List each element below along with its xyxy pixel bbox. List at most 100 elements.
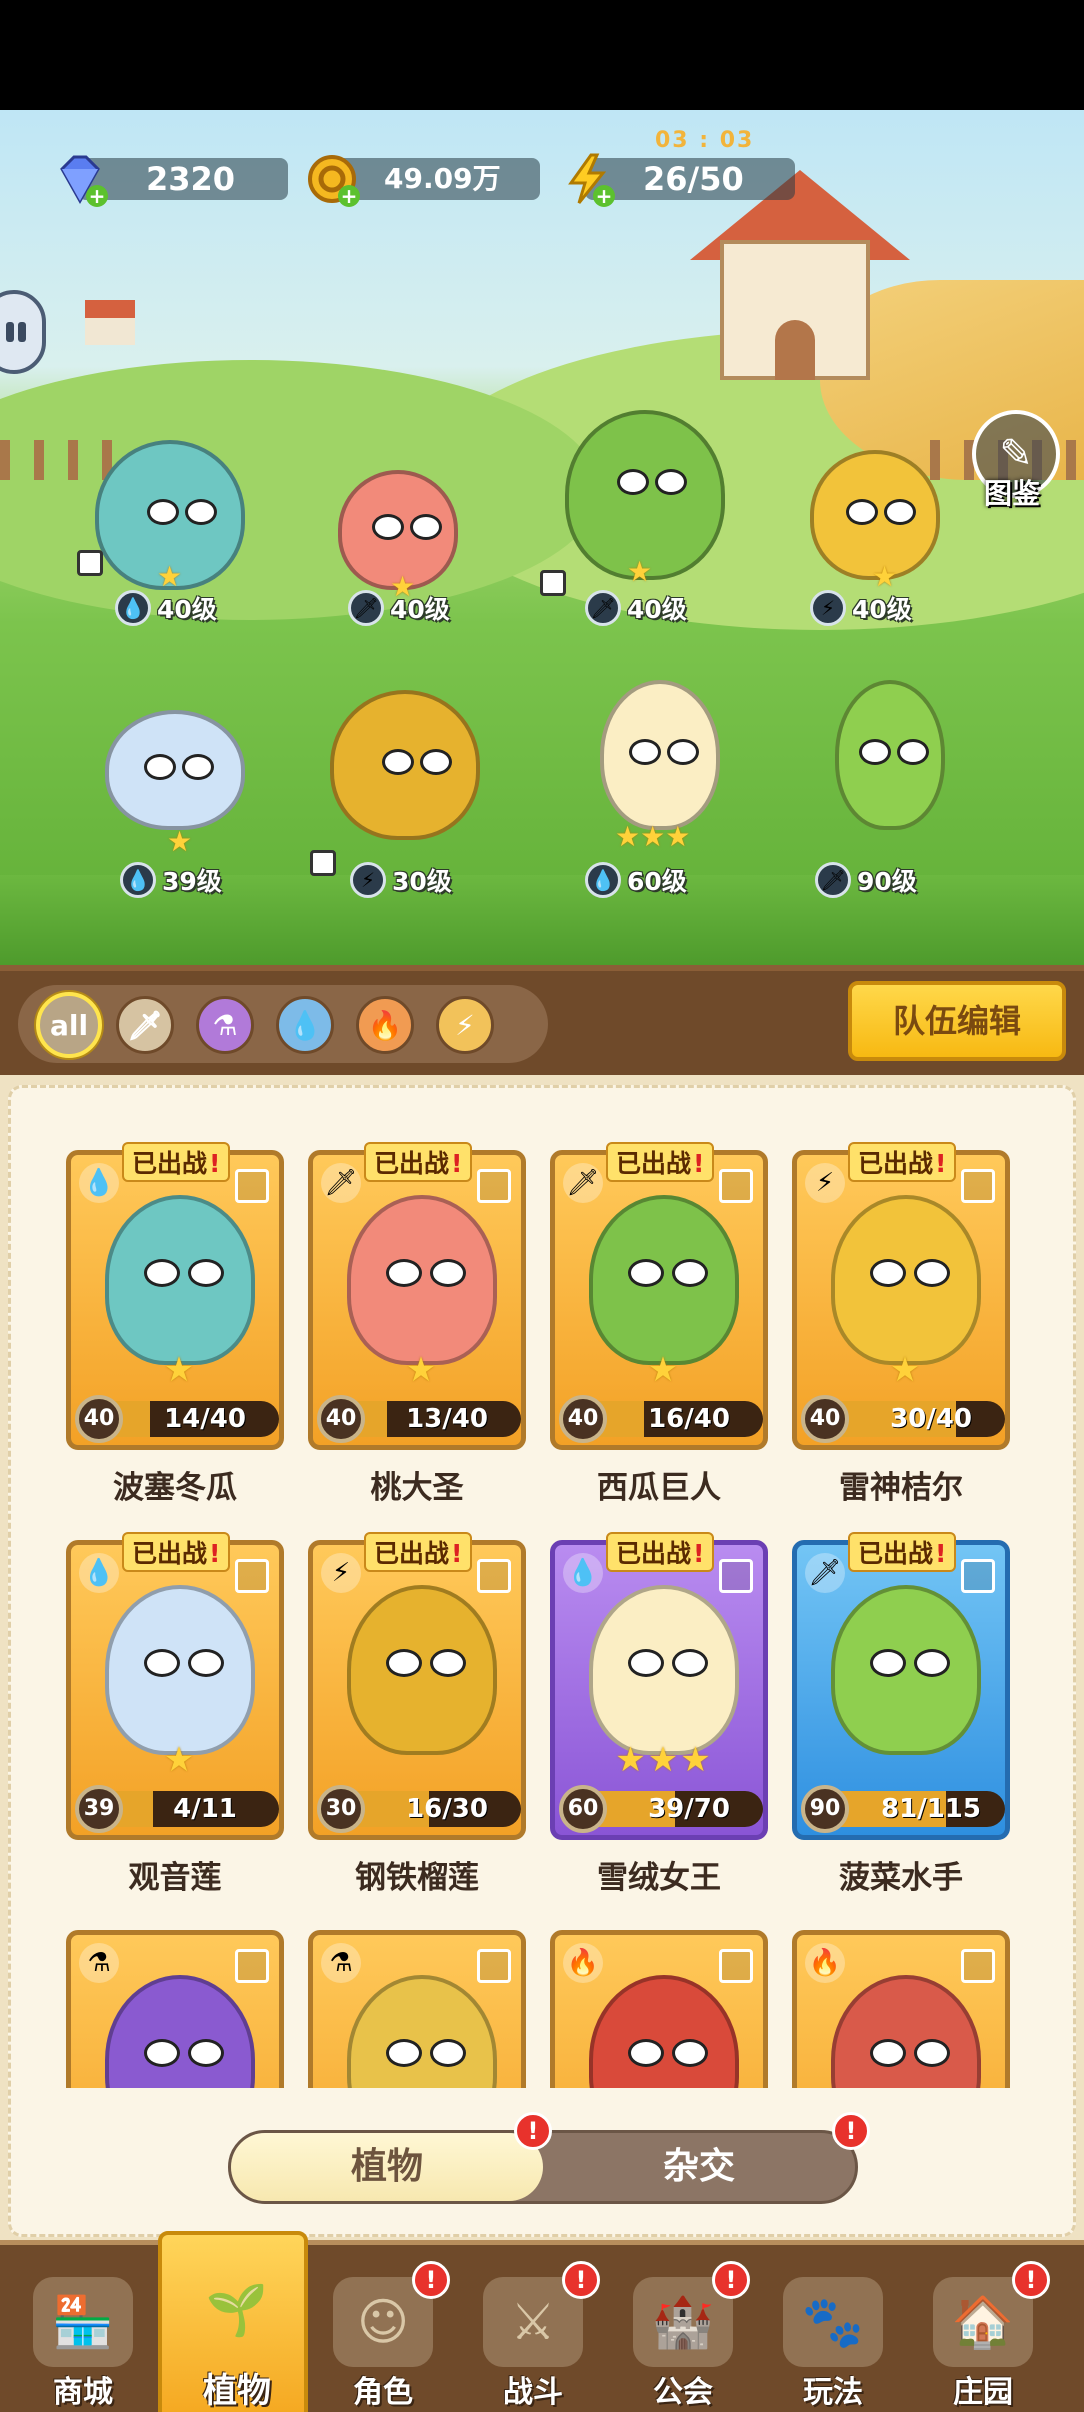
- filter-lightning-button[interactable]: ⚡: [436, 996, 494, 1054]
- grid-size-icon: [961, 1559, 995, 1593]
- plant-portrait: [347, 1195, 497, 1365]
- card-frame: 🗡 81/115 90: [792, 1540, 1010, 1840]
- grid-size-icon: [235, 1559, 269, 1593]
- plant-card[interactable]: ⚗: [308, 1930, 526, 2088]
- card-frame: 🔥: [792, 1930, 1010, 2088]
- hybrid-alert-badge: !: [832, 2112, 870, 2150]
- shard-progress-text: 4/11: [173, 1794, 237, 1824]
- plant-name: 西瓜巨人: [597, 1470, 721, 1506]
- shard-progress-text: 30/40: [890, 1404, 972, 1434]
- alert-badge: !: [712, 2261, 750, 2299]
- nav-item-gameplay[interactable]: 🐾 玩法: [758, 2257, 908, 2412]
- plant-portrait: [831, 1975, 981, 2088]
- side-menu-button[interactable]: [0, 290, 46, 374]
- plant-card[interactable]: ⚡ 16/30 30 已出战钢铁榴莲: [308, 1532, 526, 1896]
- potion-icon: ⚗: [321, 1943, 361, 1983]
- nav-item-character[interactable]: ☺ 角色!: [308, 2257, 458, 2412]
- card-frame: 🗡 ★ 16/40 40: [550, 1150, 768, 1450]
- filter-potion-button[interactable]: ⚗: [196, 996, 254, 1054]
- plant-card[interactable]: ⚗: [66, 1930, 284, 2088]
- gem-icon: +: [48, 147, 112, 211]
- grid-size-icon: [77, 550, 103, 576]
- deployed-tag: 已出战: [364, 1142, 473, 1182]
- nav-item-plant[interactable]: 🌱 植物: [158, 2231, 308, 2412]
- plant-card[interactable]: 🗡 81/115 90 已出战菠菜水手: [792, 1532, 1010, 1896]
- plant-card[interactable]: 💧 ★★★ 39/70 60 已出战雪绒女王: [550, 1532, 768, 1896]
- plant-card[interactable]: 💧 ★ 4/11 39 已出战观音莲: [66, 1532, 284, 1896]
- codex-button[interactable]: ✎ 图鉴: [972, 410, 1062, 510]
- deployed-tag: 已出战: [848, 1142, 957, 1182]
- gold-counter[interactable]: + 49.09万: [308, 155, 540, 207]
- lineup-hero[interactable]: ★ ⚡ 40级: [800, 450, 970, 650]
- lineup-hero[interactable]: ⚡ 30级: [310, 690, 490, 898]
- gold-value: 49.09万: [384, 162, 501, 195]
- shard-progress-text: 81/115: [881, 1794, 981, 1824]
- shard-progress-text: 13/40: [406, 1404, 488, 1434]
- grid-size-icon: [719, 1559, 753, 1593]
- star-icon: ★: [167, 825, 193, 858]
- deployed-tag: 已出战: [122, 1142, 231, 1182]
- shard-progress-text: 16/40: [648, 1404, 730, 1434]
- hero-level: 40级: [852, 595, 912, 624]
- filter-water-button[interactable]: 💧: [276, 996, 334, 1054]
- lineup-hero[interactable]: ★★★ 💧 60级: [580, 680, 750, 898]
- lineup-hero[interactable]: ★ 🗡 40级: [318, 470, 488, 670]
- plant-level-badge: 39: [75, 1785, 123, 1833]
- energy-counter[interactable]: + 26/50: [568, 153, 795, 207]
- nav-label: 植物: [203, 2371, 271, 2411]
- filter-sword-button[interactable]: 🗡: [116, 996, 174, 1054]
- star-rating: ★: [163, 1740, 197, 1780]
- plant-card[interactable]: 🔥: [792, 1930, 1010, 2088]
- gems-counter[interactable]: + 2320: [60, 155, 288, 207]
- plant-card[interactable]: 🗡 ★ 16/40 40 已出战西瓜巨人: [550, 1142, 768, 1506]
- lineup-hero[interactable]: ★ 💧 40级: [77, 440, 255, 640]
- grid-size-icon: [719, 1949, 753, 1983]
- potion-icon: ⚗: [212, 1008, 238, 1042]
- water-drop-icon: 💧: [287, 1008, 323, 1042]
- nav-item-manor[interactable]: 🏠 庄园!: [908, 2257, 1058, 2412]
- deployed-tag: 已出战: [364, 1532, 473, 1572]
- grid-size-icon: [477, 1169, 511, 1203]
- card-frame: ⚗: [308, 1930, 526, 2088]
- plant-card[interactable]: 🗡 ★ 13/40 40 已出战桃大圣: [308, 1142, 526, 1506]
- star-icon: ★: [627, 555, 653, 588]
- plant-portrait: [105, 1585, 255, 1755]
- tab-hybrid[interactable]: 杂交: [543, 2133, 855, 2201]
- plant-card[interactable]: 🔥: [550, 1930, 768, 2088]
- fire-icon: 🔥: [805, 1943, 845, 1983]
- nav-item-guild[interactable]: 🏰 公会!: [608, 2257, 758, 2412]
- lineup-hero[interactable]: ★ 💧 39级: [95, 710, 265, 930]
- plant-grid-container[interactable]: 💧★14/4040已出战波塞冬瓜🗡★13/4040已出战桃大圣🗡★16/4040…: [8, 1085, 1076, 2237]
- star-icon: ★: [872, 560, 898, 593]
- star-rating: ★: [647, 1350, 681, 1390]
- energy-timer: 03 : 03: [655, 128, 755, 153]
- plant-level-badge: 90: [801, 1785, 849, 1833]
- plant-portrait: [589, 1585, 739, 1755]
- deployed-tag: 已出战: [606, 1532, 715, 1572]
- team-edit-button[interactable]: 队伍编辑: [848, 981, 1066, 1061]
- hero-level: 90级: [857, 867, 917, 896]
- add-energy-icon[interactable]: +: [593, 185, 615, 207]
- plant-portrait: [831, 1585, 981, 1755]
- lineup-hero[interactable]: 🗡 90级: [815, 680, 985, 898]
- shard-progress-text: 16/30: [406, 1794, 488, 1824]
- hero-level: 39级: [162, 867, 222, 896]
- potion-icon: ⚗: [79, 1943, 119, 1983]
- tab-plants[interactable]: 植物: [231, 2133, 543, 2201]
- nav-label: 战斗: [503, 2375, 563, 2410]
- plant-card[interactable]: 💧 ★ 14/40 40 已出战波塞冬瓜: [66, 1142, 284, 1506]
- filter-fire-button[interactable]: 🔥: [356, 996, 414, 1054]
- plant-level-badge: 30: [317, 1785, 365, 1833]
- nav-item-battle[interactable]: ⚔ 战斗!: [458, 2257, 608, 2412]
- hero-level: 40级: [390, 595, 450, 624]
- lineup-hero[interactable]: ★ 🗡 40级: [540, 410, 725, 626]
- plant-portrait: [831, 1195, 981, 1365]
- nav-item-shop[interactable]: 🏪 商城: [8, 2257, 158, 2412]
- plant-level-badge: 40: [75, 1395, 123, 1443]
- add-gold-icon[interactable]: +: [338, 185, 360, 207]
- filter-all-button[interactable]: all: [36, 992, 102, 1058]
- hero-level: 40级: [627, 595, 687, 624]
- water-drop-icon: 💧: [79, 1163, 119, 1203]
- plant-card[interactable]: ⚡ ★ 30/40 40 已出战雷神桔尔: [792, 1142, 1010, 1506]
- add-gems-icon[interactable]: +: [86, 185, 108, 207]
